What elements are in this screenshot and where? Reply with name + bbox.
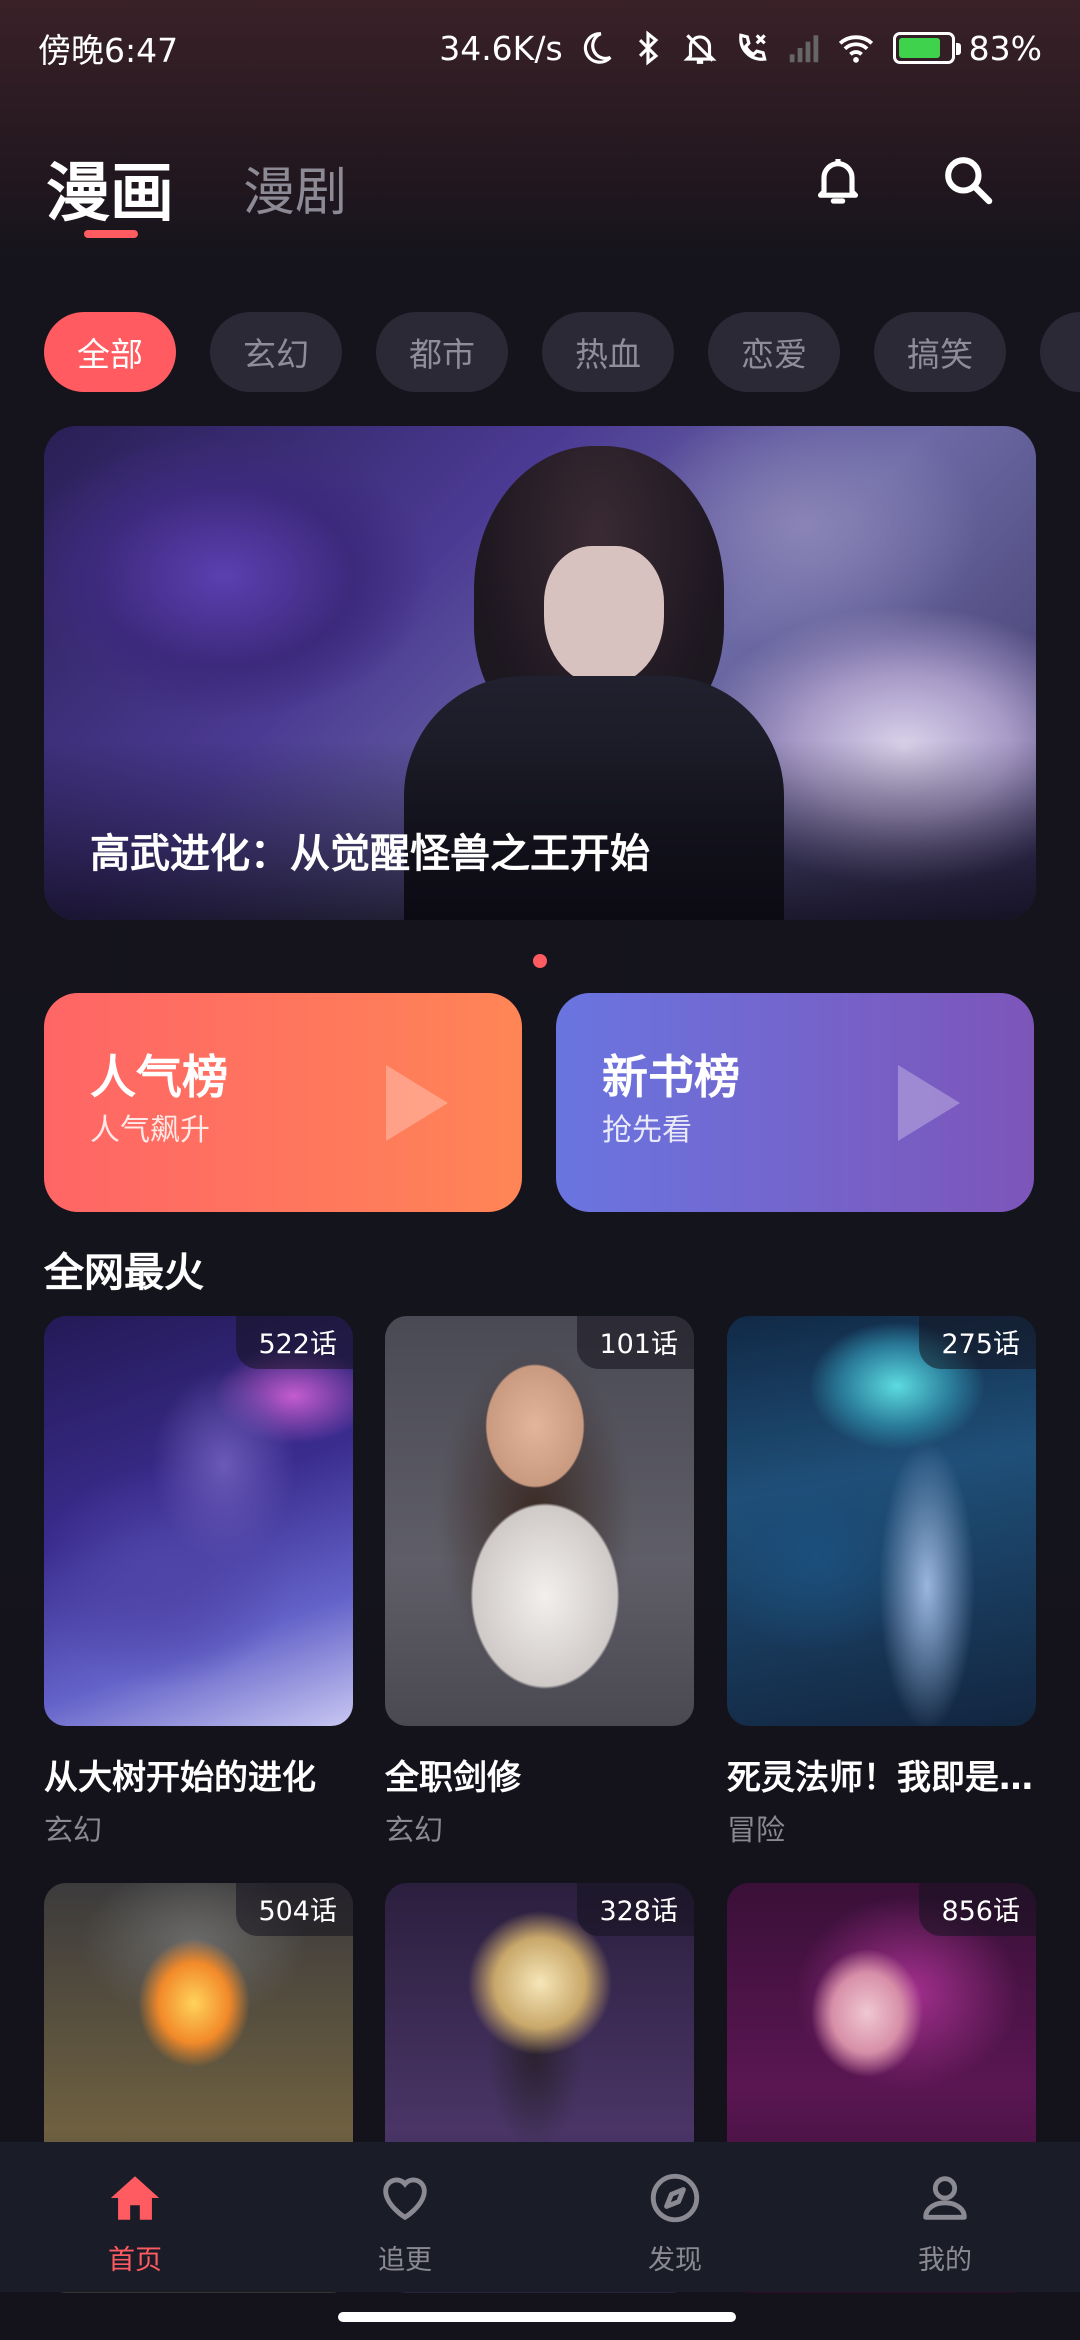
ranking-subtitle: 人气飙升 (90, 1113, 210, 1148)
section-title: 全网最火 (44, 1250, 204, 1296)
bell-icon[interactable] (806, 148, 870, 212)
nav-label: 追更 (378, 2245, 432, 2276)
comic-grid: 522话 从大树开始的进化 玄幻 101话 全职剑修 玄幻 275话 死灵法师！… (44, 1316, 1036, 2293)
nav-label: 首页 (108, 2245, 162, 2276)
app-screen: 傍晚6:47 34.6K/s 83% 漫画 漫剧 全部 玄幻 都市 热血 恋爱 … (0, 0, 1080, 2340)
comic-title: 从大树开始的进化 (44, 1758, 316, 1798)
featured-banner[interactable]: 高武进化：从觉醒怪兽之王开始 (44, 426, 1036, 920)
network-speed: 34.6K/s (439, 28, 563, 68)
bottom-navigation: 首页 追更 发现 我的 (0, 2142, 1080, 2292)
mute-icon (681, 29, 719, 67)
comic-card[interactable]: 275话 死灵法师！我即是… 冒险 (727, 1316, 1036, 1849)
header: 漫画 漫剧 (0, 130, 1080, 250)
banner-title: 高武进化：从觉醒怪兽之王开始 (90, 831, 650, 877)
episode-count-badge: 856话 (919, 1883, 1036, 1936)
nav-discover[interactable]: 发现 (540, 2142, 810, 2292)
comic-card[interactable]: 522话 从大树开始的进化 玄幻 (44, 1316, 353, 1849)
tab-comics[interactable]: 漫画 (46, 142, 174, 234)
chip-romance[interactable]: 恋爱 (708, 312, 840, 392)
battery-percent: 83% (968, 28, 1042, 68)
chip-adventure[interactable]: 冒 (1040, 312, 1080, 392)
status-icons: 34.6K/s 83% (439, 29, 1042, 68)
episode-count-badge: 101话 (577, 1316, 694, 1369)
ranking-title: 新书榜 (602, 1050, 740, 1104)
call-icon (733, 29, 771, 67)
comic-genre: 玄幻 (44, 1813, 103, 1847)
compass-icon (645, 2168, 705, 2228)
carousel-indicator (533, 954, 547, 968)
category-chips: 全部 玄幻 都市 热血 恋爱 搞笑 冒 (44, 312, 1080, 392)
bluetooth-icon (629, 29, 667, 67)
nav-label: 发现 (648, 2245, 702, 2276)
home-indicator[interactable] (338, 2312, 736, 2322)
signal-icon (785, 29, 823, 67)
battery-icon (892, 32, 961, 64)
search-icon[interactable] (936, 148, 1000, 212)
popular-ranking-card[interactable]: 人气榜 人气飙升 (44, 993, 522, 1212)
chip-action[interactable]: 热血 (542, 312, 674, 392)
status-bar: 傍晚6:47 34.6K/s 83% (0, 0, 1080, 96)
comic-title: 死灵法师！我即是… (727, 1758, 1033, 1798)
wifi-icon (837, 29, 875, 67)
chip-all[interactable]: 全部 (44, 312, 176, 392)
moon-icon (577, 29, 615, 67)
nav-profile[interactable]: 我的 (810, 2142, 1080, 2292)
battery-level (898, 38, 941, 58)
tab-comic-drama[interactable]: 漫剧 (243, 150, 347, 225)
heart-icon (375, 2168, 435, 2228)
home-icon (105, 2168, 165, 2228)
comic-card[interactable]: 101话 全职剑修 玄幻 (385, 1316, 694, 1849)
ranking-title: 人气榜 (90, 1050, 228, 1104)
comic-genre: 冒险 (727, 1813, 786, 1847)
nav-following[interactable]: 追更 (270, 2142, 540, 2292)
comic-title: 全职剑修 (385, 1758, 521, 1798)
user-icon (915, 2168, 975, 2228)
nav-home[interactable]: 首页 (0, 2142, 270, 2292)
chip-fantasy[interactable]: 玄幻 (210, 312, 342, 392)
episode-count-badge: 275话 (919, 1316, 1036, 1369)
episode-count-badge: 522话 (236, 1316, 353, 1369)
banner-character-face (544, 546, 664, 686)
play-icon (898, 1065, 960, 1141)
chip-urban[interactable]: 都市 (376, 312, 508, 392)
episode-count-badge: 504话 (236, 1883, 353, 1936)
comic-cover: 522话 (44, 1316, 353, 1726)
status-time: 傍晚6:47 (38, 31, 179, 70)
chip-comedy[interactable]: 搞笑 (874, 312, 1006, 392)
new-book-ranking-card[interactable]: 新书榜 抢先看 (556, 993, 1034, 1212)
episode-count-badge: 328话 (577, 1883, 694, 1936)
comic-cover: 275话 (727, 1316, 1036, 1726)
ranking-subtitle: 抢先看 (602, 1113, 692, 1148)
comic-genre: 玄幻 (385, 1813, 444, 1847)
nav-label: 我的 (918, 2245, 972, 2276)
comic-cover: 101话 (385, 1316, 694, 1726)
active-tab-indicator (84, 230, 138, 238)
play-icon (386, 1065, 448, 1141)
